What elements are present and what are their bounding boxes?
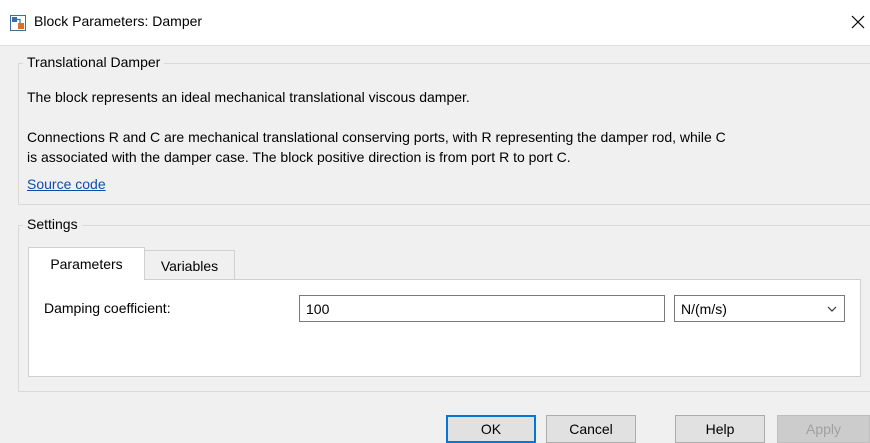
tab-parameters-label: Parameters bbox=[50, 256, 123, 272]
close-icon bbox=[851, 15, 865, 29]
description-line-1: The block represents an ideal mechanical… bbox=[27, 89, 470, 105]
tab-parameters[interactable]: Parameters bbox=[28, 247, 145, 280]
damping-unit-value: N/(m/s) bbox=[681, 301, 727, 317]
tab-variables[interactable]: Variables bbox=[145, 250, 235, 280]
help-button[interactable]: Help bbox=[675, 415, 765, 443]
parameters-panel bbox=[28, 279, 861, 377]
window-title: Block Parameters: Damper bbox=[34, 13, 203, 29]
tab-variables-label: Variables bbox=[160, 257, 219, 274]
ok-button[interactable]: OK bbox=[446, 415, 536, 443]
title-bar: Block Parameters: Damper bbox=[0, 0, 870, 46]
damping-coefficient-input[interactable] bbox=[299, 295, 665, 322]
apply-button[interactable]: Apply bbox=[777, 415, 870, 443]
damping-coefficient-label: Damping coefficient: bbox=[44, 300, 171, 316]
settings-group-title: Settings bbox=[23, 216, 82, 232]
close-button[interactable] bbox=[846, 10, 870, 34]
damping-unit-select[interactable]: N/(m/s) bbox=[674, 295, 845, 322]
chevron-down-icon bbox=[827, 306, 837, 312]
description-line-2: Connections R and C are mechanical trans… bbox=[27, 129, 726, 145]
description-line-3: is associated with the damper case. The … bbox=[27, 149, 571, 165]
cancel-button[interactable]: Cancel bbox=[546, 415, 636, 443]
description-group-title: Translational Damper bbox=[23, 54, 165, 70]
source-code-link[interactable]: Source code bbox=[27, 176, 106, 192]
simulink-block-icon bbox=[10, 15, 26, 31]
